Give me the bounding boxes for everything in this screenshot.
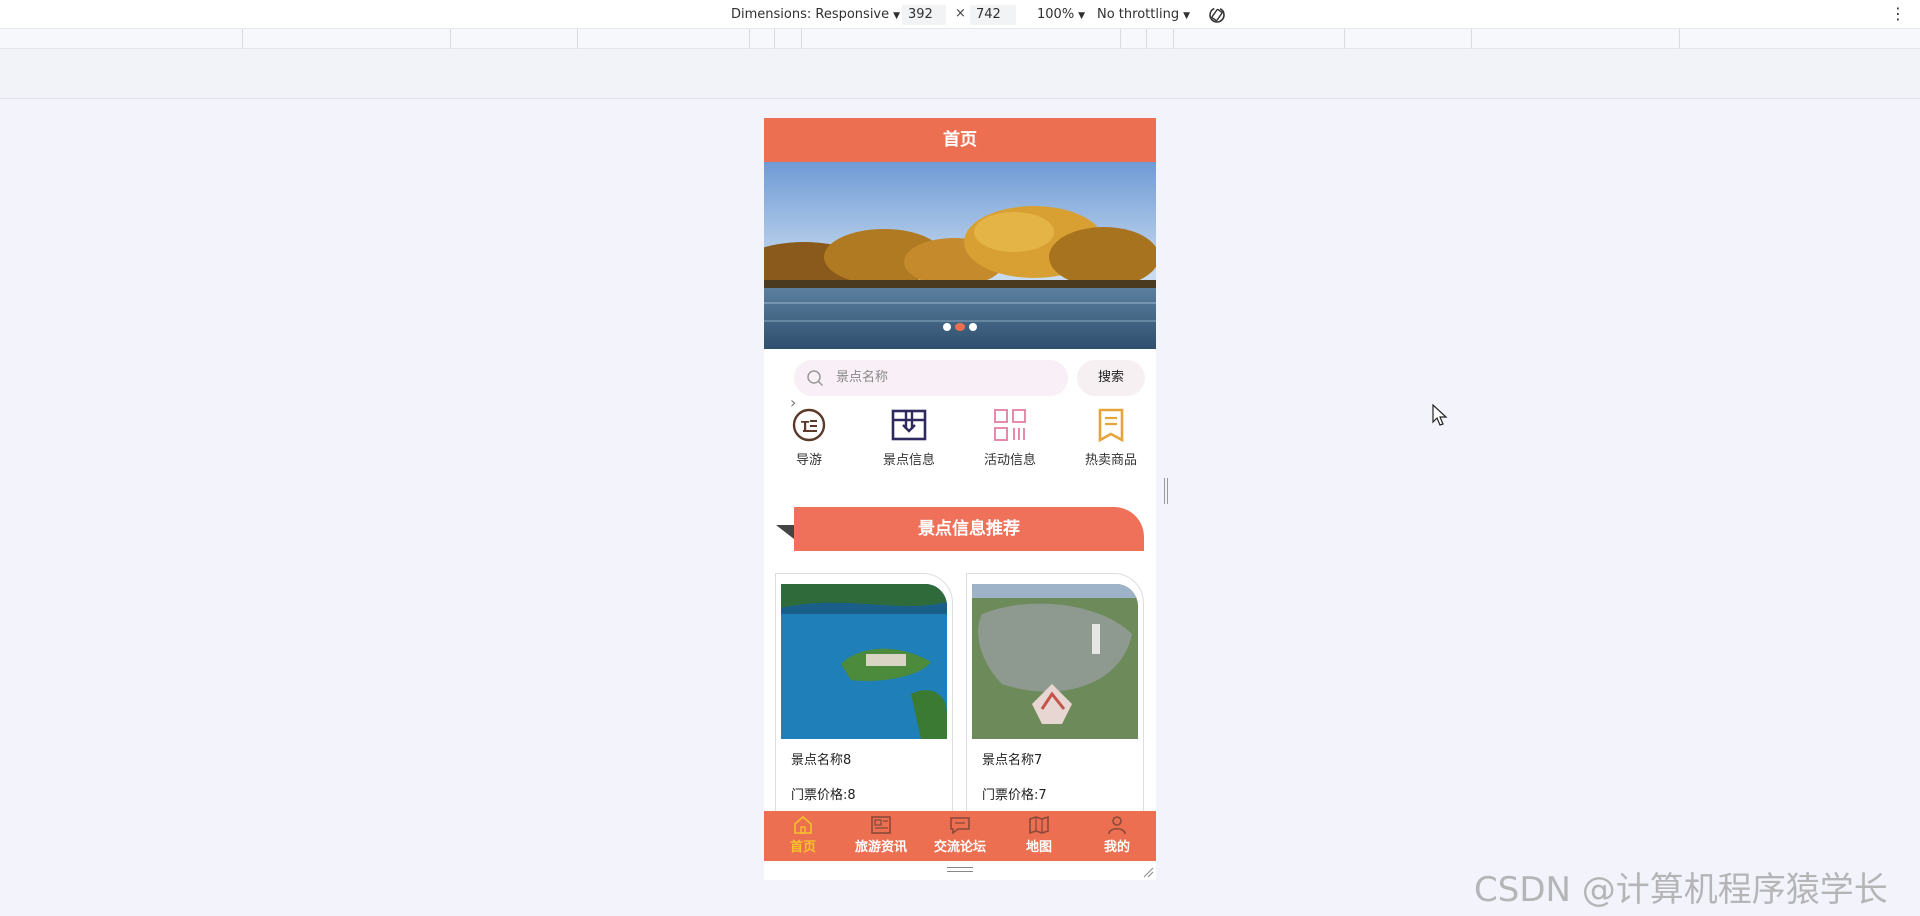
tab-label: 我的	[1103, 840, 1130, 855]
mouse-cursor-icon	[1432, 404, 1448, 426]
tab-label: 旅游资讯	[854, 840, 907, 855]
menu-item-scenic[interactable]: 景点信息	[864, 407, 954, 468]
watermark: CSDN @计算机程序猿学长	[1474, 870, 1888, 910]
card-price: 门票价格:7	[982, 788, 1047, 803]
search-input[interactable]: 景点名称	[794, 360, 1068, 396]
tab-map[interactable]: 地图	[1000, 811, 1078, 861]
caret-down-icon: ▼	[1183, 11, 1190, 21]
ruler-area	[0, 49, 1920, 99]
menu-label: 导游	[795, 453, 822, 468]
banner-carousel[interactable]	[764, 162, 1156, 349]
media-query-ruler	[0, 29, 1920, 49]
dimensions-dropdown[interactable]: Dimensions: Responsive ▼	[731, 6, 900, 24]
menu-item-activity[interactable]: 活动信息	[965, 407, 1055, 468]
menu-label: 活动信息	[983, 453, 1036, 468]
caret-down-icon: ▼	[1078, 11, 1086, 21]
card-price: 门票价格:8	[791, 788, 856, 803]
menu-label: 景点信息	[882, 453, 935, 468]
page-title: 首页	[764, 118, 1156, 162]
tab-home[interactable]: 首页	[764, 811, 842, 861]
menu-item-products[interactable]: 热卖商品	[1066, 407, 1156, 468]
tab-profile[interactable]: 我的	[1078, 811, 1156, 861]
guide-icon: T	[792, 408, 826, 442]
carousel-dots	[764, 316, 1156, 335]
viewport-bottom-edge	[764, 861, 1156, 880]
zoom-dropdown[interactable]: 100% ▼	[1037, 6, 1085, 24]
resize-corner-icon[interactable]	[1142, 866, 1154, 878]
grid-icon	[994, 409, 1026, 441]
card-name: 景点名称7	[982, 753, 1043, 768]
height-input[interactable]: 742	[970, 5, 1016, 25]
card-image	[781, 584, 947, 739]
home-icon	[794, 815, 812, 834]
card-image	[972, 584, 1138, 739]
user-icon	[1108, 816, 1126, 835]
tab-label: 首页	[789, 840, 816, 855]
tab-label: 地图	[1025, 840, 1052, 855]
devtools-toolbar: Dimensions: Responsive ▼ 392 × 742 100% ▼ …	[0, 0, 1920, 29]
throttle-label: No throttling	[1097, 7, 1180, 22]
map-box-icon	[891, 409, 927, 441]
rotate-icon[interactable]	[1206, 4, 1228, 26]
tab-forum[interactable]: 交流论坛	[921, 811, 999, 861]
menu-item-guide[interactable]: T 导游	[764, 407, 854, 468]
zoom-label: 100%	[1037, 7, 1075, 22]
scenic-card[interactable]: 景点名称7 门票价格:7	[966, 573, 1144, 823]
ribbon-fold	[776, 525, 794, 539]
resize-handle-right[interactable]	[1164, 478, 1168, 504]
dimensions-label: Dimensions: Responsive	[731, 7, 890, 22]
section-header: 景点信息推荐	[764, 497, 1156, 563]
carousel-dot-active[interactable]	[955, 323, 965, 331]
menu-label: 热卖商品	[1084, 453, 1137, 468]
resize-handle-bottom[interactable]	[947, 867, 973, 872]
carousel-dot[interactable]	[969, 323, 977, 331]
card-name: 景点名称8	[791, 753, 852, 768]
search-placeholder: 景点名称	[836, 370, 889, 385]
document-icon	[1098, 408, 1124, 443]
width-input[interactable]: 392	[902, 5, 946, 25]
bottom-tab-bar: 首页 旅游资讯 交流论坛 地图 我的	[764, 811, 1156, 861]
throttle-dropdown[interactable]: No throttling ▼	[1097, 6, 1190, 24]
news-icon	[871, 816, 891, 834]
quick-menu: T 导游 景点信息 活动信息 热卖商品	[764, 407, 1156, 497]
search-row: 景点名称 搜索 ›	[764, 349, 1156, 412]
section-title: 景点信息推荐	[794, 507, 1144, 551]
search-button[interactable]: 搜索	[1077, 360, 1145, 396]
carousel-dot[interactable]	[943, 323, 951, 331]
scenic-card[interactable]: 景点名称8 门票价格:8	[775, 573, 953, 823]
map-icon	[1029, 815, 1049, 835]
caret-down-icon: ▼	[893, 11, 901, 21]
more-options-icon[interactable]: ⋮	[1890, 4, 1906, 23]
search-icon	[807, 370, 824, 387]
tab-label: 交流论坛	[933, 840, 986, 855]
phone-viewport: 首页 景点名称 搜索 › T 导游 景点信息 活动信息 热卖商品 景点信息推荐 …	[764, 118, 1156, 880]
times-sign: ×	[955, 6, 966, 21]
tab-news[interactable]: 旅游资讯	[842, 811, 920, 861]
card-list: 景点名称8 门票价格:8 景点名称7 门票价格:7	[764, 563, 1156, 823]
chat-icon	[950, 817, 970, 835]
